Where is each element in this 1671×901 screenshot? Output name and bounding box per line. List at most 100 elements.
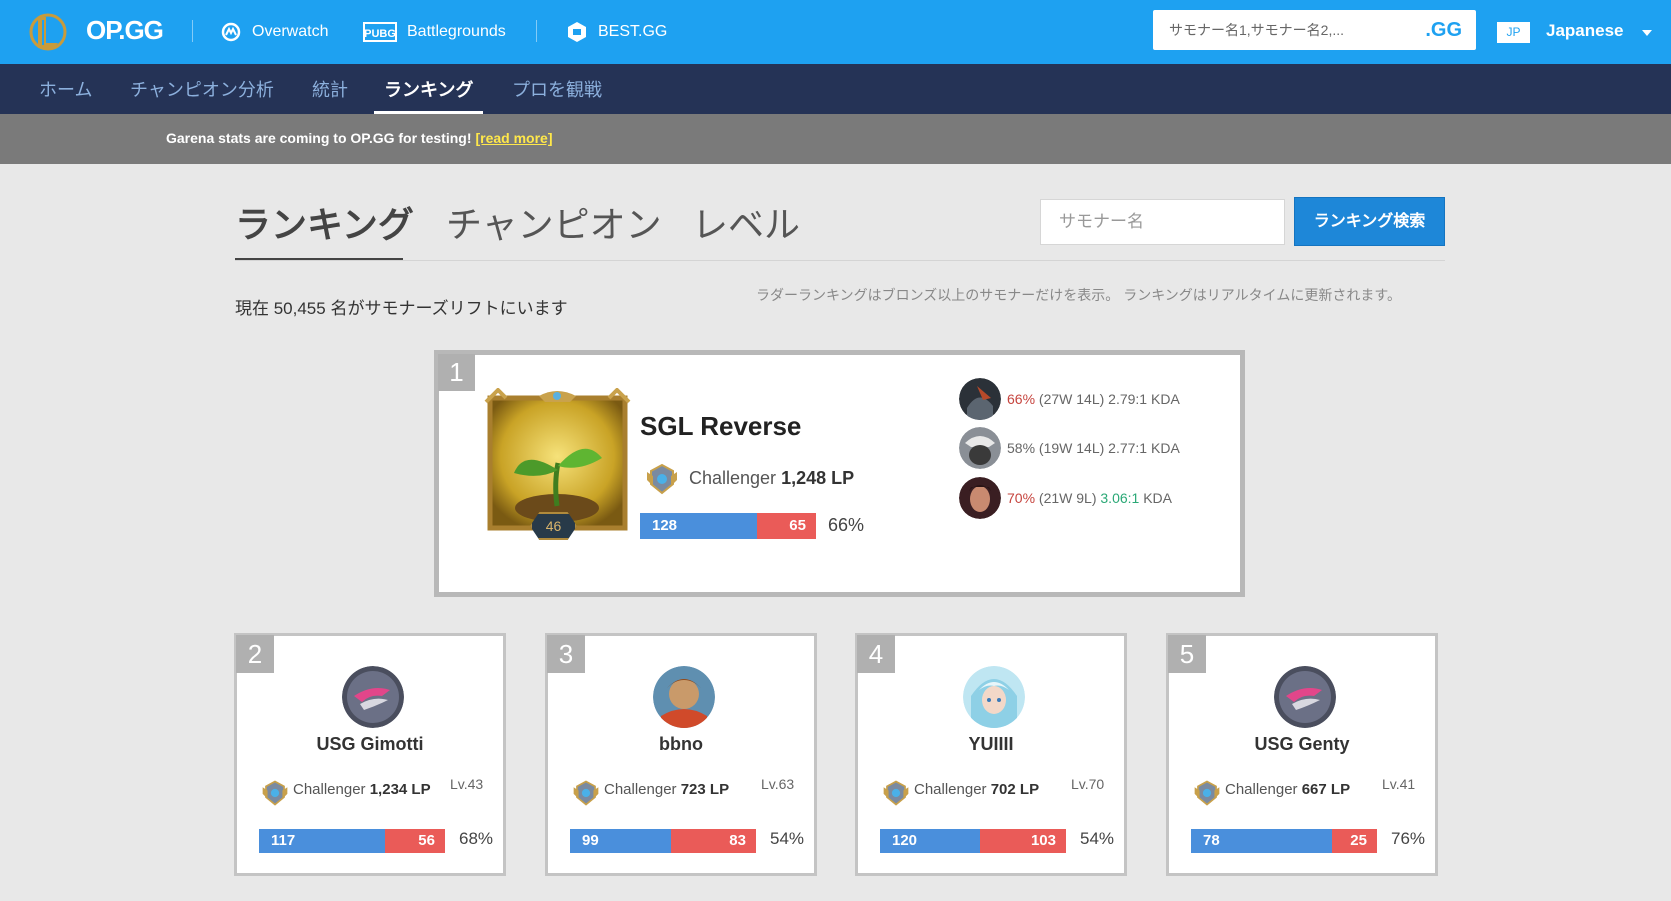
- bestgg-icon: [568, 22, 586, 42]
- chevron-down-icon[interactable]: [1642, 30, 1652, 36]
- nav-watch-pro[interactable]: プロを観戦: [512, 76, 602, 114]
- active-tab-indicator: [235, 258, 403, 260]
- rank-number: 4: [857, 635, 895, 673]
- online-count-text: 現在 50,455 名がサモナーズリフトにいます: [235, 299, 568, 318]
- nav-stats[interactable]: 統計: [312, 76, 348, 114]
- kda-label: KDA: [1143, 490, 1173, 506]
- rank-number: 1: [438, 354, 475, 391]
- most-champion-2[interactable]: 58% (19W 14L) 2.77:1 KDA: [959, 426, 1180, 470]
- win-loss-bar: 99 83: [570, 829, 756, 853]
- overwatch-link[interactable]: Overwatch: [220, 18, 328, 46]
- pubg-icon: PUBG: [363, 22, 397, 42]
- win-loss-bar: 120 103: [880, 829, 1066, 853]
- player-name: bbno: [659, 734, 703, 754]
- most-champion-1[interactable]: 66% (27W 14L) 2.79:1 KDA: [959, 377, 1180, 421]
- battlegrounds-link[interactable]: PUBG Battlegrounds: [363, 18, 506, 46]
- ranking-summoner-input[interactable]: [1040, 199, 1285, 245]
- kda-label: KDA: [1151, 391, 1180, 407]
- nav-champion-analysis[interactable]: チャンピオン分析: [130, 76, 274, 114]
- tier-name: Challenger: [604, 781, 677, 798]
- wins-segment: 78: [1191, 829, 1332, 853]
- overwatch-label: Overwatch: [252, 23, 329, 40]
- champion-stats: 58% (19W 14L) 2.77:1 KDA: [1007, 440, 1180, 456]
- nav-ranking[interactable]: ランキング: [374, 76, 484, 114]
- player-level: Lv.43: [450, 776, 484, 792]
- win-rate: 76%: [1391, 829, 1426, 848]
- banner-message: Garena stats are coming to OP.GG for tes…: [166, 130, 472, 146]
- ranking-note: ラダーランキングはブロンズ以上のサモナーだけを表示。 ランキングはリアルタイムに…: [756, 287, 1401, 303]
- opgg-logo[interactable]: OP.GG: [86, 15, 164, 46]
- league-points: 667 LP: [1301, 781, 1351, 798]
- champion-kda: 3.06:1: [1100, 490, 1140, 506]
- divider: [536, 20, 537, 42]
- win-rate: 54%: [770, 829, 805, 848]
- tier-info: Challenger 1,234 LP: [293, 781, 431, 798]
- player-card-5[interactable]: 5 USG Genty Challenger 667 LP Lv.41 78 2…: [1166, 633, 1438, 876]
- wins-segment: 128: [640, 513, 757, 539]
- champion-record: (27W 14L): [1038, 391, 1105, 407]
- language-code-badge[interactable]: JP: [1497, 22, 1530, 43]
- tier-name: Challenger: [1225, 781, 1298, 798]
- champion-stats: 70% (21W 9L) 3.06:1 KDA: [1007, 490, 1172, 506]
- tier-name: Challenger: [914, 781, 987, 798]
- team-logo-icon: [1274, 666, 1336, 728]
- tier-name: Challenger: [689, 468, 777, 488]
- kda-label: KDA: [1151, 440, 1180, 456]
- tab-champion[interactable]: チャンピオン: [446, 196, 662, 248]
- player-level: Lv.63: [761, 776, 795, 792]
- team-logo-icon: [342, 666, 404, 728]
- challenger-emblem-icon: [262, 780, 288, 806]
- rank-number: 3: [547, 635, 585, 673]
- wins-segment: 99: [570, 829, 672, 853]
- read-more-link[interactable]: [read more]: [475, 130, 552, 146]
- champion-winrate: 66%: [1007, 391, 1036, 407]
- challenger-emblem-icon: [573, 780, 599, 806]
- battlegrounds-label: Battlegrounds: [407, 23, 506, 40]
- win-rate: 66%: [828, 515, 865, 535]
- tier-name: Challenger: [293, 781, 366, 798]
- summoner-search-input[interactable]: [1169, 10, 1399, 50]
- player-card-4[interactable]: 4 YUIIII Challenger 702 LP Lv.70 120 103…: [855, 633, 1127, 876]
- losses-segment: 25: [1331, 829, 1377, 853]
- losses-segment: 103: [980, 829, 1066, 853]
- tier-info: Challenger 723 LP: [604, 781, 729, 798]
- league-logo-icon[interactable]: [28, 12, 68, 52]
- tier-info: Challenger 1,248 LP: [689, 468, 854, 489]
- tier-info: Challenger 667 LP: [1225, 781, 1350, 798]
- champion-stats: 66% (27W 14L) 2.79:1 KDA: [1007, 391, 1180, 407]
- player-level: Lv.70: [1071, 776, 1105, 792]
- notice-banner: Garena stats are coming to OP.GG for tes…: [0, 114, 1671, 164]
- language-selector[interactable]: Japanese: [1546, 21, 1624, 41]
- most-champion-3[interactable]: 70% (21W 9L) 3.06:1 KDA: [959, 476, 1172, 520]
- player-name[interactable]: SGL Reverse: [640, 411, 801, 442]
- tab-ranking[interactable]: ランキング: [235, 196, 414, 248]
- nav-home[interactable]: ホーム: [39, 76, 92, 114]
- league-points: 723 LP: [680, 781, 730, 798]
- top-player-card[interactable]: 1 46 SGL Reverse Challenger 1,248 LP 128…: [434, 350, 1245, 597]
- summoner-search-box: .GG: [1153, 10, 1476, 50]
- overwatch-icon: [221, 22, 241, 42]
- ranking-search-button[interactable]: ランキング検索: [1294, 197, 1445, 246]
- champion-portrait-icon: [959, 427, 1001, 469]
- league-points: 1,234 LP: [369, 781, 431, 798]
- champion-winrate: 58%: [1007, 440, 1036, 456]
- gg-search-button[interactable]: .GG: [1425, 19, 1462, 42]
- champion-kda: 2.79:1: [1108, 391, 1148, 407]
- bestgg-link[interactable]: BEST.GG: [566, 18, 667, 46]
- champion-portrait-icon: [959, 378, 1001, 420]
- top-header: OP.GG Overwatch PUBG Battlegrounds BEST.…: [0, 0, 1671, 64]
- win-loss-bar: 128 65: [640, 513, 816, 539]
- player-card-3[interactable]: 3 bbno Challenger 723 LP Lv.63 99 83 54%: [545, 633, 817, 876]
- tab-level[interactable]: レベル: [692, 196, 800, 248]
- main-nav: ホーム チャンピオン分析 統計 ランキング プロを観戦: [0, 64, 1671, 114]
- bestgg-label: BEST.GG: [598, 23, 668, 40]
- win-rate: 68%: [459, 829, 494, 848]
- challenger-emblem-icon: [883, 780, 909, 806]
- league-points: 702 LP: [990, 781, 1040, 798]
- divider: [192, 20, 193, 42]
- champion-winrate: 70%: [1007, 490, 1036, 506]
- win-rate: 54%: [1080, 829, 1115, 848]
- rank-number: 5: [1168, 635, 1206, 673]
- player-card-2[interactable]: 2 USG Gimotti Challenger 1,234 LP Lv.43 …: [234, 633, 506, 876]
- challenger-emblem-icon: [1194, 780, 1220, 806]
